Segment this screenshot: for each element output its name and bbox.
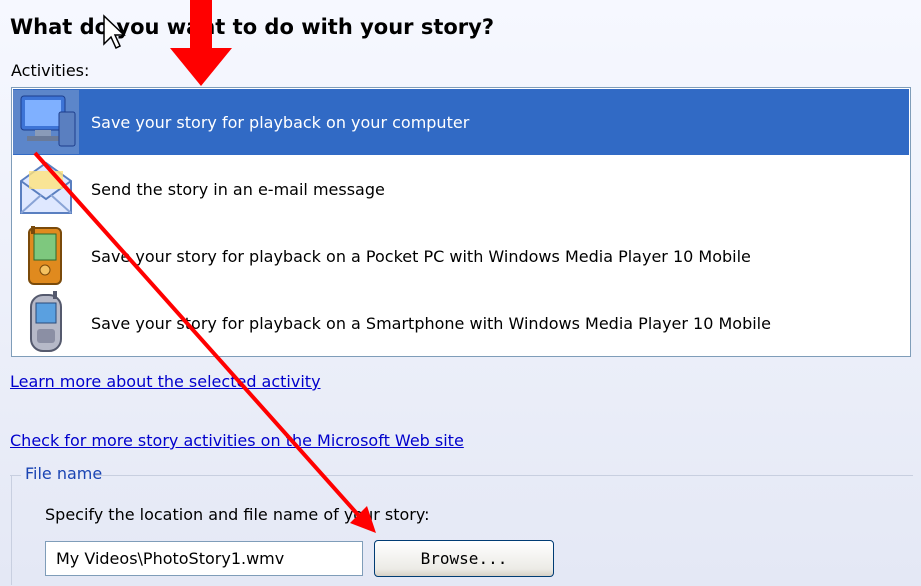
activities-listbox[interactable]: Save your story for playback on your com… [11, 87, 911, 357]
smartphone-icon [13, 291, 79, 355]
pocket-pc-icon [13, 224, 79, 288]
activities-label: Activities: [11, 61, 90, 80]
activity-label: Save your story for playback on a Smartp… [91, 313, 771, 333]
activity-item-pocket-pc[interactable]: Save your story for playback on a Pocket… [13, 223, 909, 289]
computer-icon [13, 90, 79, 154]
activity-item-save-computer[interactable]: Save your story for playback on your com… [13, 89, 909, 155]
file-location-instruction: Specify the location and file name of yo… [45, 505, 430, 524]
file-name-group-legend: File name [25, 464, 103, 483]
browse-button[interactable]: Browse... [374, 540, 554, 577]
activity-label: Save your story for playback on your com… [91, 112, 470, 132]
activity-label: Send the story in an e-mail message [91, 179, 385, 199]
fieldset-border [95, 475, 913, 476]
page-title: What do you want to do with your story? [10, 15, 495, 39]
activity-item-smartphone[interactable]: Save your story for playback on a Smartp… [13, 290, 909, 356]
check-more-activities-link[interactable]: Check for more story activities on the M… [10, 431, 464, 450]
fieldset-border [11, 475, 12, 585]
activity-item-send-email[interactable]: Send the story in an e-mail message [13, 156, 909, 222]
activity-label: Save your story for playback on a Pocket… [91, 246, 751, 266]
learn-more-link[interactable]: Learn more about the selected activity [10, 372, 321, 391]
file-path-input[interactable] [45, 541, 363, 576]
email-envelope-icon [13, 157, 79, 221]
